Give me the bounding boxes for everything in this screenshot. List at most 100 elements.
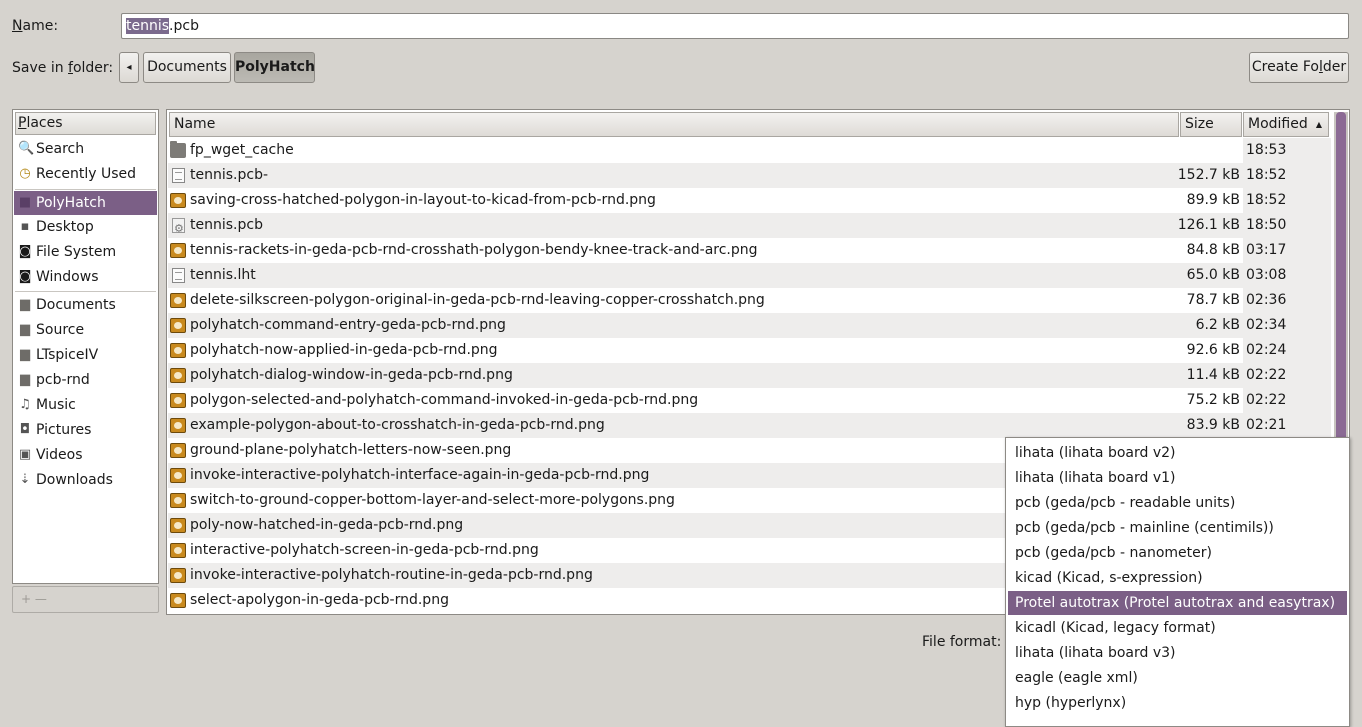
scrollbar-thumb[interactable] — [1336, 112, 1346, 442]
pcb-file-icon — [172, 216, 185, 241]
file-size: 126.1 kB — [1177, 217, 1240, 233]
format-option[interactable]: lihata (lihata board v2) — [1008, 441, 1347, 465]
column-header-size[interactable]: Size — [1180, 112, 1242, 137]
image-file-icon — [170, 393, 186, 408]
file-row[interactable]: tennis-rackets-in-geda-pcb-rnd-crosshath… — [168, 238, 1330, 263]
crumb-polyhatch-button[interactable]: PolyHatch — [234, 52, 315, 83]
column-header-name[interactable]: Name — [169, 112, 1179, 137]
image-file-icon — [170, 493, 186, 508]
file-name: saving-cross-hatched-polygon-in-layout-t… — [190, 192, 656, 208]
folder-icon: ▆ — [20, 372, 30, 387]
film-icon: ▣ — [18, 447, 32, 462]
folder-icon: ▆ — [20, 347, 30, 362]
image-file-icon — [170, 293, 186, 308]
folder-label-rest: older: — [72, 60, 114, 76]
file-row[interactable]: tennis.pcb- 152.7 kB 18:52 — [168, 163, 1330, 188]
filename-input[interactable]: tennis.pcb — [121, 13, 1349, 39]
file-row[interactable]: polyhatch-command-entry-geda-pcb-rnd.png… — [168, 313, 1330, 338]
file-name: tennis.pcb- — [190, 167, 269, 183]
file-name: interactive-polyhatch-screen-in-geda-pcb… — [190, 542, 539, 558]
format-option[interactable]: pcb (geda/pcb - mainline (centimils)) — [1008, 516, 1347, 540]
file-row[interactable]: polyhatch-now-applied-in-geda-pcb-rnd.pn… — [168, 338, 1330, 363]
create-folder-button[interactable]: Create Folder — [1249, 52, 1349, 83]
places-add-remove-buttons[interactable]: + — — [12, 586, 159, 613]
place-ltspiceiv[interactable]: ▆ LTspiceIV — [14, 343, 157, 367]
place-label: pcb-rnd — [36, 372, 90, 388]
filename-rest-text: .pcb — [169, 18, 199, 34]
place-pcb-rnd[interactable]: ▆ pcb-rnd — [14, 368, 157, 392]
place-label: Music — [36, 397, 76, 413]
file-row[interactable]: polyhatch-dialog-window-in-geda-pcb-rnd.… — [168, 363, 1330, 388]
file-modified: 02:24 — [1246, 342, 1287, 358]
format-option[interactable]: Protel autotrax (Protel autotrax and eas… — [1008, 591, 1347, 615]
file-size: 75.2 kB — [1186, 392, 1240, 408]
file-modified: 02:34 — [1246, 317, 1287, 333]
text-file-icon — [172, 268, 185, 283]
file-row[interactable]: example-polygon-about-to-crosshatch-in-g… — [168, 413, 1330, 438]
file-size: 152.7 kB — [1177, 167, 1240, 183]
place-recently-used[interactable]: ◷ Recently Used — [14, 162, 157, 186]
format-option[interactable]: lihata (lihata board v1) — [1008, 466, 1347, 490]
file-name: example-polygon-about-to-crosshatch-in-g… — [190, 417, 605, 433]
place-desktop[interactable]: ▪ Desktop — [14, 215, 157, 239]
sort-ascending-icon: ▲ — [1315, 120, 1322, 129]
file-name: select-apolygon-in-geda-pcb-rnd.png — [190, 592, 449, 608]
place-downloads[interactable]: ⇣ Downloads — [14, 468, 157, 492]
place-documents[interactable]: ▆ Documents — [14, 293, 157, 317]
file-row[interactable]: delete-silkscreen-polygon-original-in-ge… — [168, 288, 1330, 313]
image-file-icon — [170, 518, 186, 533]
folder-label-prefix: Save in — [12, 60, 69, 76]
camera-icon: ◘ — [19, 422, 31, 437]
text-file-icon — [172, 168, 185, 183]
download-icon: ⇣ — [19, 472, 31, 487]
file-name: switch-to-ground-copper-bottom-layer-and… — [190, 492, 675, 508]
search-icon: 🔍 — [18, 141, 35, 156]
column-header-modified[interactable]: Modified ▲ — [1243, 112, 1329, 137]
format-option[interactable]: kicad (Kicad, s-expression) — [1008, 566, 1347, 590]
image-file-icon — [170, 418, 186, 433]
file-row[interactable]: tennis.pcb 126.1 kB 18:50 — [168, 213, 1330, 241]
file-name: polyhatch-dialog-window-in-geda-pcb-rnd.… — [190, 367, 513, 383]
file-row[interactable]: fp_wget_cache 18:53 — [168, 138, 1330, 163]
image-file-icon — [170, 568, 186, 583]
file-format-dropdown[interactable]: lihata (lihata board v2) lihata (lihata b… — [1005, 437, 1350, 727]
place-windows[interactable]: ◙ Windows — [14, 265, 157, 289]
image-file-icon — [170, 368, 186, 383]
drive-icon: ◙ — [18, 269, 32, 284]
place-source[interactable]: ▆ Source — [14, 318, 157, 342]
create-folder-prefix: Create Fo — [1251, 59, 1319, 75]
file-name: polyhatch-command-entry-geda-pcb-rnd.png — [190, 317, 506, 333]
place-pictures[interactable]: ◘ Pictures — [14, 418, 157, 442]
format-option[interactable]: pcb (geda/pcb - nanometer) — [1008, 541, 1347, 565]
file-row[interactable]: tennis.lht 65.0 kB 03:08 — [168, 263, 1330, 288]
format-option[interactable]: kicadl (Kicad, legacy format) — [1008, 616, 1347, 640]
place-file-system[interactable]: ◙ File System — [14, 240, 157, 264]
crumb-documents-button[interactable]: Documents — [143, 52, 231, 83]
place-polyhatch[interactable]: ■ PolyHatch — [14, 191, 157, 215]
name-label-rest: ame: — [22, 18, 59, 34]
file-name: invoke-interactive-polyhatch-interface-a… — [190, 467, 650, 483]
file-modified: 02:22 — [1246, 367, 1287, 383]
file-size: 84.8 kB — [1186, 242, 1240, 258]
file-size: 65.0 kB — [1186, 267, 1240, 283]
file-name: fp_wget_cache — [190, 142, 294, 158]
format-option[interactable]: hyp (hyperlynx) — [1008, 691, 1347, 715]
format-option[interactable]: eagle (eagle xml) — [1008, 666, 1347, 690]
drive-icon: ◙ — [18, 244, 32, 259]
file-size: 78.7 kB — [1186, 292, 1240, 308]
path-back-button[interactable]: ◂ — [119, 52, 139, 83]
places-separator — [15, 291, 156, 292]
format-option[interactable]: lihata (lihata board v3) — [1008, 641, 1347, 665]
place-videos[interactable]: ▣ Videos — [14, 443, 157, 467]
place-music[interactable]: ♫ Music — [14, 393, 157, 417]
place-label: Source — [36, 322, 85, 338]
file-modified: 03:17 — [1246, 242, 1287, 258]
file-row[interactable]: polygon-selected-and-polyhatch-command-i… — [168, 388, 1330, 413]
image-file-icon — [170, 193, 186, 208]
places-header[interactable]: Places — [15, 112, 156, 135]
desktop-icon: ▪ — [20, 219, 30, 234]
place-search[interactable]: 🔍 Search — [14, 137, 157, 161]
file-row[interactable]: saving-cross-hatched-polygon-in-layout-t… — [168, 188, 1330, 213]
format-option[interactable]: pcb (geda/pcb - readable units) — [1008, 491, 1347, 515]
modified-header-label: Modified — [1248, 116, 1308, 132]
